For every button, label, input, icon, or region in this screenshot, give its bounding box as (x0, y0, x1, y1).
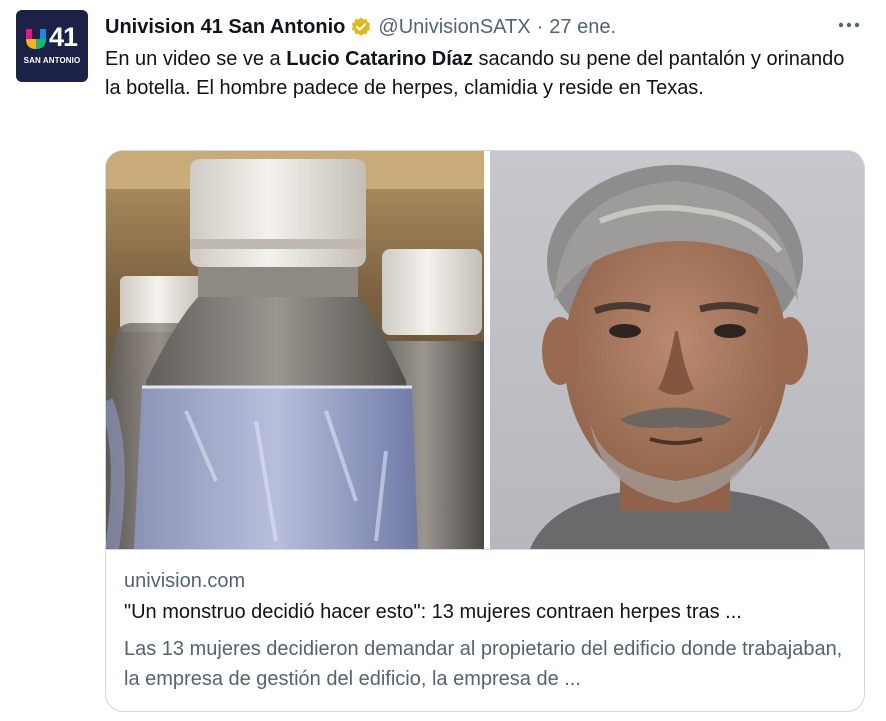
card-description: Las 13 mujeres decidieron demandar al pr… (124, 638, 843, 690)
link-preview-card[interactable]: univision.com "Un monstruo decidió hacer… (105, 150, 865, 712)
univision-logo-icon (26, 29, 46, 49)
avatar-logo-number: 41 (49, 22, 78, 52)
card-footer[interactable]: univision.com "Un monstruo decidió hacer… (106, 549, 864, 711)
display-name[interactable]: Univision 41 San Antonio (105, 16, 345, 39)
more-options-icon (838, 22, 860, 28)
water-bottle-photo (106, 151, 484, 549)
avatar-logo-city: SAN ANTONIO (23, 56, 81, 65)
card-domain: univision.com (124, 570, 246, 592)
water-bottle-illustration (106, 151, 484, 549)
account-avatar[interactable]: 41 SAN ANTONIO (16, 10, 88, 82)
tweet-header: Univision 41 San Antonio @UnivisionSATX … (105, 12, 616, 42)
card-title: "Un monstruo decidió hacer esto": 13 muj… (124, 601, 742, 623)
tweet-date[interactable]: 27 ene. (549, 16, 616, 39)
tweet-text-bold-name: Lucio Catarino Díaz (286, 48, 473, 70)
tweet-text-part1: En un video se ve a (105, 48, 287, 70)
header-separator: · (536, 15, 544, 38)
mugshot-photo (490, 151, 864, 549)
verified-badge-icon[interactable] (350, 16, 372, 38)
account-handle[interactable]: @UnivisionSATX (378, 16, 530, 39)
card-media[interactable] (106, 151, 864, 549)
tweet-text: En un video se ve a Lucio Catarino Díaz … (105, 45, 865, 103)
portrait-illustration (490, 151, 864, 549)
more-options-button[interactable] (834, 12, 864, 38)
